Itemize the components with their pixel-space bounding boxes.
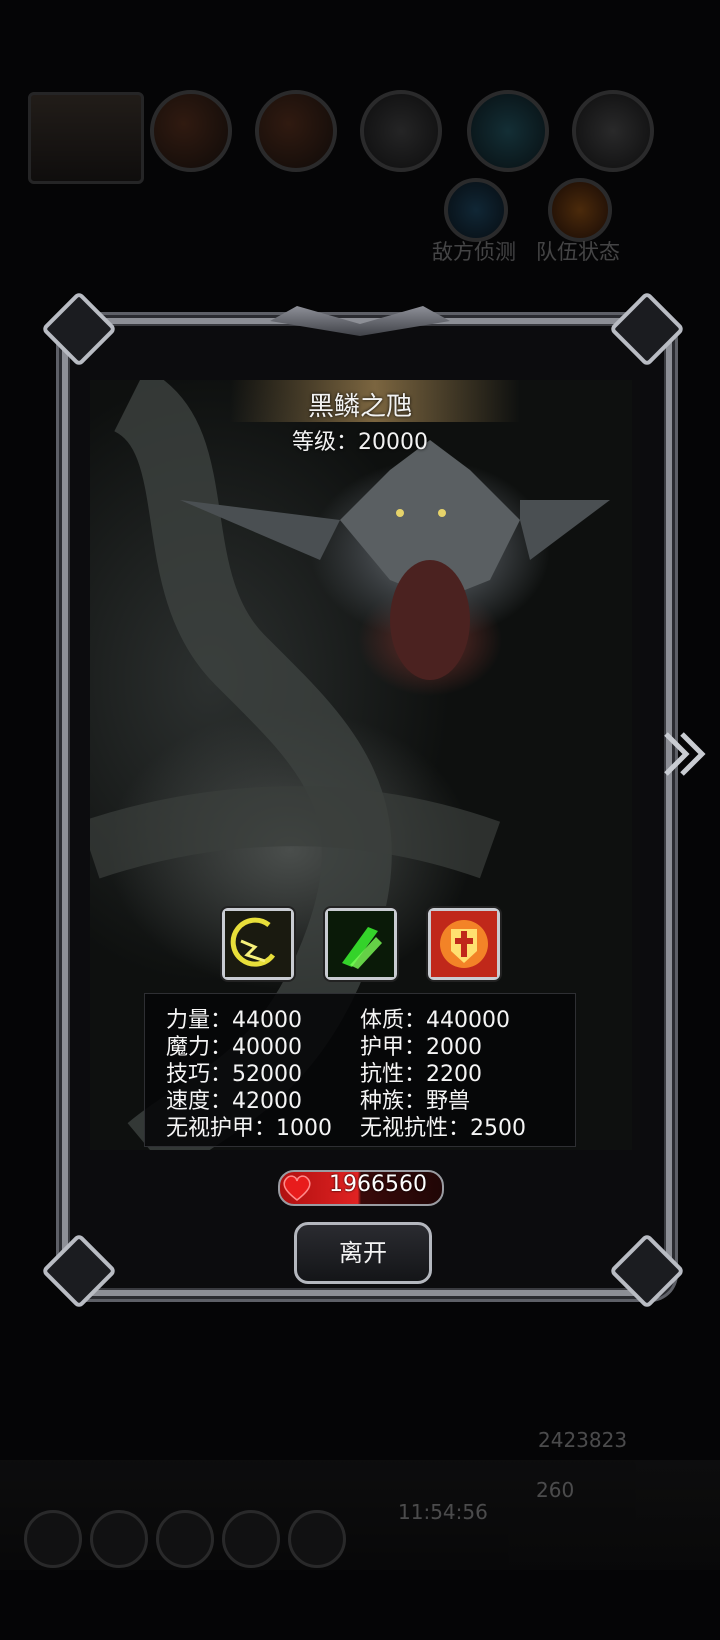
menu-button-icon	[222, 1510, 280, 1568]
lightning-crescent-icon[interactable]	[222, 908, 294, 980]
skill-slot-icon	[255, 90, 337, 172]
green-claw-icon[interactable]	[325, 908, 397, 980]
level-label: 等级	[291, 430, 336, 455]
skill-slot-icon	[360, 90, 442, 172]
menu-button-icon	[24, 1510, 82, 1568]
stat-resistance-ignore: 无视抗性：2500	[360, 1116, 527, 1141]
gem-amount: 260	[536, 1478, 575, 1502]
team-status-icon	[548, 178, 612, 242]
skill-slot-icon	[150, 90, 232, 172]
leave-button[interactable]: 离开	[294, 1222, 432, 1284]
enemy-scan-icon	[444, 178, 508, 242]
clock: 11:54:56	[398, 1500, 488, 1524]
player-portrait	[28, 92, 144, 184]
menu-button-icon	[90, 1510, 148, 1568]
team-status-label: 队伍状态	[536, 240, 620, 264]
monster-name: 黑鳞之虺	[307, 392, 412, 422]
heart-icon	[283, 1175, 311, 1201]
monster-level: 等级：20000	[0, 424, 720, 456]
gold-amount: 2423823	[538, 1428, 628, 1452]
colon: ：	[336, 430, 359, 455]
skill-slot-icon	[572, 90, 654, 172]
skill-slot-icon	[467, 90, 549, 172]
hp-value: 1966560	[329, 1172, 427, 1197]
level-value: 20000	[358, 430, 429, 455]
menu-button-icon	[288, 1510, 346, 1568]
menu-button-icon	[156, 1510, 214, 1568]
next-arrow-icon[interactable]	[660, 728, 710, 780]
holy-shield-icon[interactable]	[428, 908, 500, 980]
enemy-scan-label: 敌方侦测	[432, 240, 516, 264]
stat-armor-ignore: 无视护甲：1000	[166, 1116, 333, 1141]
